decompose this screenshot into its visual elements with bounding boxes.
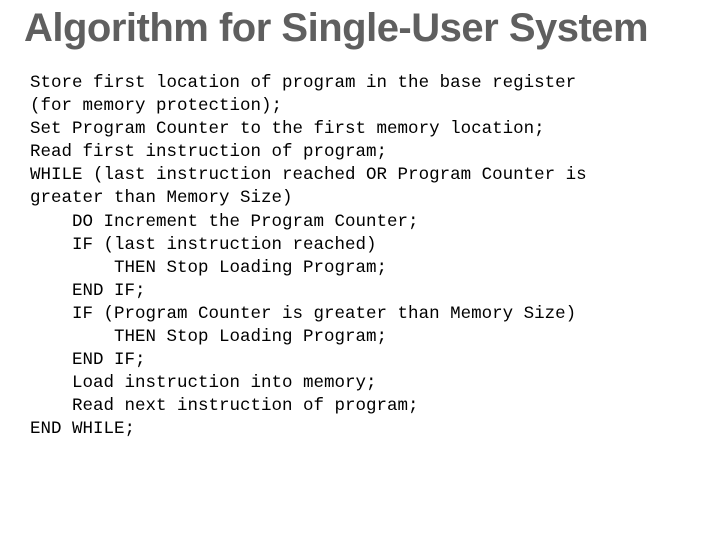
slide-title: Algorithm for Single-User System <box>24 6 696 50</box>
slide: Algorithm for Single-User System Store f… <box>0 0 720 540</box>
algorithm-pseudocode: Store first location of program in the b… <box>30 72 696 442</box>
